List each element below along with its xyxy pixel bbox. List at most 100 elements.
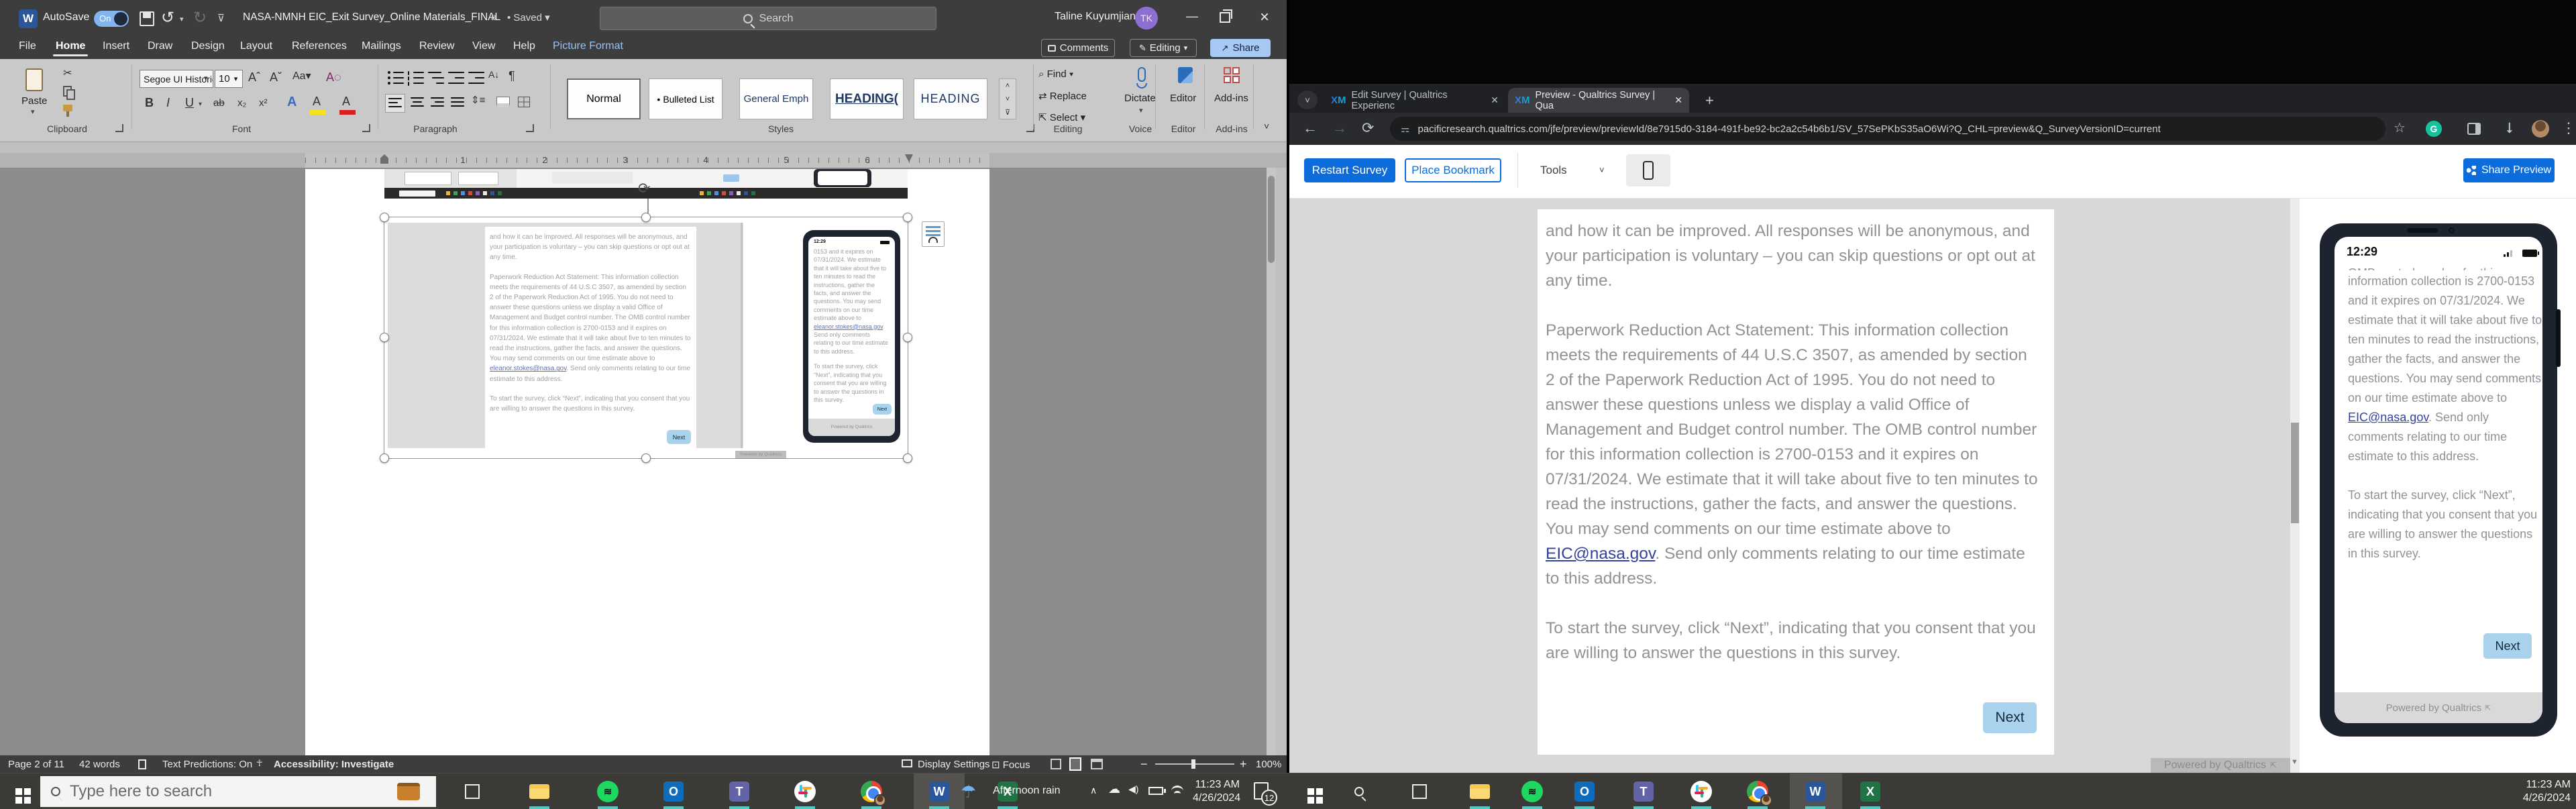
clock[interactable]: 11:23 AM4/26/2024 — [1193, 778, 1240, 805]
next-button[interactable]: Next — [1983, 702, 2037, 733]
onedrive-cloud-icon[interactable]: ☁ — [1108, 782, 1120, 796]
taskbar-outlook[interactable]: O — [660, 778, 687, 805]
line-spacing-icon[interactable]: ⇕≡ — [471, 95, 485, 105]
reload-icon[interactable]: ⟳ — [1362, 119, 1374, 137]
volume-icon[interactable]: ◀) — [1128, 784, 1138, 795]
start-button[interactable] — [1297, 778, 1324, 805]
tab-insert[interactable]: Insert — [103, 40, 129, 52]
bullets-icon[interactable] — [388, 70, 404, 85]
shrink-font-icon[interactable]: Aˇ — [270, 71, 282, 83]
font-dialog-launcher[interactable] — [362, 124, 370, 132]
tab-references[interactable]: References — [292, 40, 347, 52]
style-heading1[interactable]: HEADING( — [830, 78, 904, 119]
tab-view[interactable]: View — [472, 40, 495, 52]
zoom-slider-thumb[interactable] — [1191, 759, 1195, 769]
tab-picture-format[interactable]: Picture Format — [553, 40, 623, 52]
taskbar-file-explorer[interactable] — [1466, 778, 1493, 805]
print-layout-icon[interactable] — [1069, 757, 1081, 771]
tab-file[interactable]: File — [19, 40, 36, 52]
menu-kebab-icon[interactable]: ⋮ — [2561, 119, 2576, 137]
web-layout-icon[interactable] — [1091, 759, 1103, 769]
embedded-image-selected[interactable]: and how it can be improved. All response… — [384, 217, 908, 458]
place-bookmark-button[interactable]: Place Bookmark — [1405, 158, 1501, 182]
resize-handle-s[interactable] — [641, 453, 651, 463]
close-button[interactable]: × — [1260, 8, 1269, 27]
phone-powered-by[interactable]: Powered by Qualtrics⇱ — [2334, 692, 2542, 723]
tab-mailings[interactable]: Mailings — [362, 40, 401, 52]
select-button[interactable]: ⇱ Select ▾ — [1038, 111, 1085, 123]
style-heading2[interactable]: HEADING — [914, 78, 987, 119]
resize-handle-se[interactable] — [903, 453, 912, 463]
change-case-icon[interactable]: Aa▾ — [292, 71, 311, 82]
font-size-select[interactable]: 10▾ — [215, 70, 243, 88]
display-settings[interactable]: Display Settings — [918, 759, 990, 770]
undo-chevron-icon[interactable]: ▾ — [180, 15, 184, 23]
tray-chevron-icon[interactable]: ∧ — [1090, 785, 1097, 796]
addins-button[interactable]: Add-ins — [1213, 66, 1250, 121]
doc-email-link[interactable]: eleanor.stokes@nasa.gov — [490, 365, 566, 372]
style-general-emph[interactable]: General Emph — [739, 78, 813, 119]
styles-gallery-scroll[interactable]: ˄˅⊽ — [999, 78, 1016, 119]
clock[interactable]: 11:23 AM4/26/2024 — [2510, 778, 2571, 805]
tab-home[interactable]: Home — [56, 40, 85, 52]
tab-review[interactable]: Review — [419, 40, 454, 52]
taskbar-slack[interactable] — [1688, 778, 1715, 805]
ruler[interactable]: 1 2 3 4 5 6 — [0, 153, 1287, 168]
account-name[interactable]: Taline Kuyumjian — [1055, 11, 1136, 23]
new-tab-button[interactable]: + — [1705, 92, 1714, 109]
layout-options-button[interactable] — [922, 221, 945, 247]
zoom-level[interactable]: 100% — [1256, 759, 1281, 770]
taskbar-chrome[interactable] — [858, 778, 885, 805]
tab-layout[interactable]: Layout — [240, 40, 272, 52]
eic-email-link[interactable]: EIC@nasa.gov — [1546, 545, 1655, 563]
taskbar-file-explorer[interactable] — [526, 778, 553, 805]
phone-eic-email-link[interactable]: EIC@nasa.gov — [2348, 411, 2428, 424]
taskbar-search-button[interactable] — [1346, 778, 1373, 805]
highlight-icon[interactable]: A — [313, 95, 321, 107]
grammarly-extension-icon[interactable]: G — [2426, 121, 2442, 137]
subscript-icon[interactable]: x₂ — [237, 98, 246, 108]
tab-close-icon[interactable]: ✕ — [1674, 95, 1682, 106]
notification-badge[interactable]: 12 — [1261, 790, 1277, 806]
font-name-chevron-icon[interactable]: ▾ — [204, 74, 208, 83]
tab-close-icon[interactable]: ✕ — [1491, 95, 1499, 106]
save-icon[interactable] — [140, 11, 154, 26]
style-bulleted-list[interactable]: •Bulleted List — [649, 78, 722, 119]
task-view-button[interactable] — [459, 778, 486, 805]
search-input[interactable]: Search — [600, 7, 936, 30]
resize-handle-w[interactable] — [380, 333, 389, 342]
font-name-select[interactable]: Segoe UI Historic (B — [140, 70, 213, 88]
mobile-view-toggle[interactable] — [1626, 154, 1670, 186]
read-mode-icon[interactable] — [1051, 759, 1061, 769]
paste-button[interactable]: Paste ▾ — [20, 67, 50, 121]
text-effects-icon[interactable]: A — [287, 95, 297, 109]
address-bar[interactable]: ⚎ pacificresearch.qualtrics.com/jfe/prev… — [1390, 117, 2385, 141]
focus-mode[interactable]: ⊡ Focus — [991, 759, 1030, 771]
align-right-icon[interactable] — [431, 97, 445, 109]
format-painter-icon[interactable] — [63, 105, 72, 111]
taskbar-chrome[interactable] — [1744, 778, 1771, 805]
taskbar-search-input[interactable]: Type here to search — [40, 776, 436, 807]
taskbar-word-active[interactable]: W — [926, 778, 953, 805]
find-button[interactable]: ⌕ Find ▾ — [1038, 68, 1073, 80]
collapse-ribbon-icon[interactable]: ˅ — [1264, 121, 1269, 131]
taskbar-teams[interactable]: T — [726, 778, 753, 805]
minimize-button[interactable]: — — [1186, 9, 1198, 23]
editor-button[interactable]: Editor — [1169, 66, 1202, 121]
rotate-handle[interactable]: ⟳ — [638, 180, 650, 197]
document-area[interactable]: and how it can be improved. All response… — [0, 168, 1276, 755]
resize-handle-nw[interactable] — [380, 213, 389, 222]
tab-help[interactable]: Help — [513, 40, 535, 52]
zoom-in-button[interactable]: + — [1240, 757, 1247, 771]
shared-people-icon[interactable]: ጸ — [491, 11, 497, 23]
cut-icon[interactable]: ✂ — [63, 68, 72, 79]
replace-button[interactable]: ⇄ Replace — [1038, 90, 1087, 102]
taskbar-word-active[interactable]: W — [1802, 778, 1829, 805]
share-preview-button[interactable]: Share Preview — [2463, 158, 2555, 182]
pilcrow-icon[interactable]: ¶ — [508, 70, 515, 82]
taskbar-spotify[interactable]: ≋ — [594, 778, 621, 805]
page-indicator[interactable]: Page 2 of 11 — [8, 759, 64, 770]
paragraph-dialog-launcher[interactable] — [526, 124, 534, 132]
sort-icon[interactable]: A↓ — [488, 70, 499, 79]
underline-chevron-icon[interactable]: ▾ — [199, 101, 202, 108]
